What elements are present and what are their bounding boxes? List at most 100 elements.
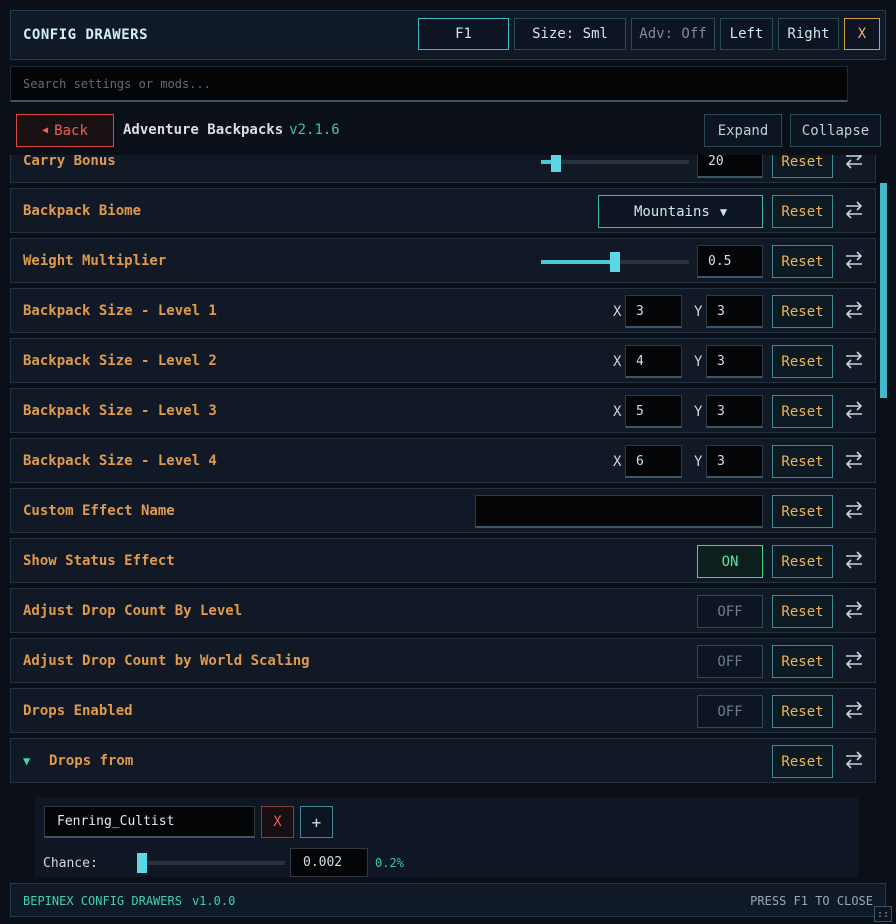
setting-row-adjust-drop-world: Adjust Drop Count by World Scaling OFF R…: [10, 638, 876, 683]
setting-row-show-status-effect: Show Status Effect ON Reset: [10, 538, 876, 583]
reset-button[interactable]: Reset: [772, 745, 833, 778]
setting-row-weight-multiplier: Weight Multiplier 0.5 Reset: [10, 238, 876, 283]
swap-icon[interactable]: [843, 349, 865, 371]
reset-button[interactable]: Reset: [772, 645, 833, 678]
size-y-input[interactable]: 3: [706, 445, 763, 478]
weight-multiplier-slider[interactable]: [541, 252, 689, 272]
slider-thumb[interactable]: [551, 155, 561, 172]
swap-icon[interactable]: [843, 249, 865, 271]
expand-button[interactable]: Expand: [704, 114, 782, 147]
weight-multiplier-value-input[interactable]: 0.5: [697, 245, 763, 278]
scrollbar-thumb[interactable]: [880, 183, 887, 398]
chance-value-input[interactable]: 0.002: [290, 848, 368, 877]
swap-icon[interactable]: [843, 499, 865, 521]
custom-effect-name-input[interactable]: [475, 495, 763, 528]
expand-triangle-icon[interactable]: ▼: [23, 754, 30, 768]
setting-row-drops-enabled: Drops Enabled OFF Reset: [10, 688, 876, 733]
size-x-input[interactable]: 4: [625, 345, 682, 378]
footer-version: v1.0.0: [191, 894, 236, 908]
resize-grip-icon[interactable]: ::: [874, 906, 892, 922]
reset-button[interactable]: Reset: [772, 545, 833, 578]
reset-button[interactable]: Reset: [772, 695, 833, 728]
back-button[interactable]: ◀ Back: [16, 114, 114, 147]
collapse-button[interactable]: Collapse: [790, 114, 881, 147]
biome-dropdown[interactable]: Mountains ▼: [598, 195, 763, 228]
slider-thumb[interactable]: [610, 252, 620, 272]
x-label: X: [613, 454, 622, 470]
y-label: Y: [694, 454, 703, 470]
dock-left-button[interactable]: Left: [720, 18, 773, 50]
drops-enabled-toggle[interactable]: OFF: [697, 695, 763, 728]
slider-thumb[interactable]: [137, 853, 147, 873]
setting-row-drops-from[interactable]: ▼ Drops from Reset: [10, 738, 876, 783]
size-x-input[interactable]: 5: [625, 395, 682, 428]
setting-row-carry-bonus: Carry Bonus 20 Reset: [10, 155, 876, 183]
swap-icon[interactable]: [843, 449, 865, 471]
reset-button[interactable]: Reset: [772, 345, 833, 378]
hotkey-button[interactable]: F1: [418, 18, 509, 50]
setting-row-size-level-1: Backpack Size - Level 1 X 3 Y 3 Reset: [10, 288, 876, 333]
footer-info: BEPINEX CONFIG DRAWERS v1.0.0: [23, 894, 235, 908]
swap-icon[interactable]: [843, 299, 865, 321]
reset-button[interactable]: Reset: [772, 245, 833, 278]
drop-creature-input[interactable]: Fenring_Cultist: [44, 806, 255, 838]
slider-fill: [541, 260, 615, 264]
reset-button[interactable]: Reset: [772, 295, 833, 328]
setting-label: Custom Effect Name: [23, 503, 175, 519]
reset-button[interactable]: Reset: [772, 595, 833, 628]
swap-icon[interactable]: [843, 749, 865, 771]
reset-button[interactable]: Reset: [772, 495, 833, 528]
size-x-input[interactable]: 3: [625, 295, 682, 328]
setting-row-custom-effect-name: Custom Effect Name Reset: [10, 488, 876, 533]
swap-icon[interactable]: [843, 199, 865, 221]
setting-label: Drops from: [49, 753, 134, 769]
size-y-input[interactable]: 3: [706, 395, 763, 428]
chance-slider[interactable]: [137, 853, 285, 873]
x-label: X: [613, 304, 622, 320]
adjust-drop-world-toggle[interactable]: OFF: [697, 645, 763, 678]
drop-entry-panel: Fenring_Cultist X + Chance: 0.002 0.2%: [34, 797, 858, 877]
chance-label: Chance:: [43, 856, 98, 871]
close-button[interactable]: X: [844, 18, 880, 50]
remove-drop-button[interactable]: X: [261, 806, 294, 838]
mod-title: Adventure Backpacks v2.1.6: [123, 122, 340, 138]
swap-icon[interactable]: [843, 399, 865, 421]
setting-label: Drops Enabled: [23, 703, 133, 719]
reset-button[interactable]: Reset: [772, 445, 833, 478]
swap-icon[interactable]: [843, 649, 865, 671]
y-label: Y: [694, 354, 703, 370]
swap-icon[interactable]: [843, 155, 865, 171]
dropdown-arrow-icon: ▼: [719, 204, 728, 219]
size-y-input[interactable]: 3: [706, 345, 763, 378]
dropdown-value: Mountains: [633, 203, 710, 220]
adjust-drop-level-toggle[interactable]: OFF: [697, 595, 763, 628]
size-button[interactable]: Size: Sml: [514, 18, 626, 50]
y-label: Y: [694, 404, 703, 420]
size-x-input[interactable]: 6: [625, 445, 682, 478]
reset-button[interactable]: Reset: [772, 155, 833, 178]
reset-button[interactable]: Reset: [772, 395, 833, 428]
size-y-input[interactable]: 3: [706, 295, 763, 328]
setting-label: Backpack Biome: [23, 203, 142, 219]
back-arrow-icon: ◀: [42, 125, 49, 136]
reset-button[interactable]: Reset: [772, 195, 833, 228]
setting-label: Show Status Effect: [23, 553, 175, 569]
carry-bonus-slider[interactable]: [541, 155, 689, 172]
search-input[interactable]: [10, 66, 848, 102]
mod-name: Adventure Backpacks: [123, 122, 284, 138]
swap-icon[interactable]: [843, 699, 865, 721]
swap-icon[interactable]: [843, 599, 865, 621]
show-status-effect-toggle[interactable]: ON: [697, 545, 763, 578]
setting-label: Adjust Drop Count by World Scaling: [23, 653, 310, 669]
add-drop-button[interactable]: +: [300, 806, 333, 838]
setting-row-size-level-4: Backpack Size - Level 4 X 6 Y 3 Reset: [10, 438, 876, 483]
advanced-toggle-button[interactable]: Adv: Off: [631, 18, 715, 50]
carry-bonus-value-input[interactable]: 20: [697, 155, 763, 178]
swap-icon[interactable]: [843, 549, 865, 571]
back-label: Back: [54, 122, 88, 139]
dock-right-button[interactable]: Right: [778, 18, 839, 50]
settings-list[interactable]: Carry Bonus 20 Reset Backpack Biome Moun…: [10, 155, 876, 785]
x-label: X: [613, 404, 622, 420]
footer-bar: BEPINEX CONFIG DRAWERS v1.0.0 PRESS F1 TO…: [10, 883, 886, 917]
footer-title: BEPINEX CONFIG DRAWERS: [23, 894, 182, 908]
